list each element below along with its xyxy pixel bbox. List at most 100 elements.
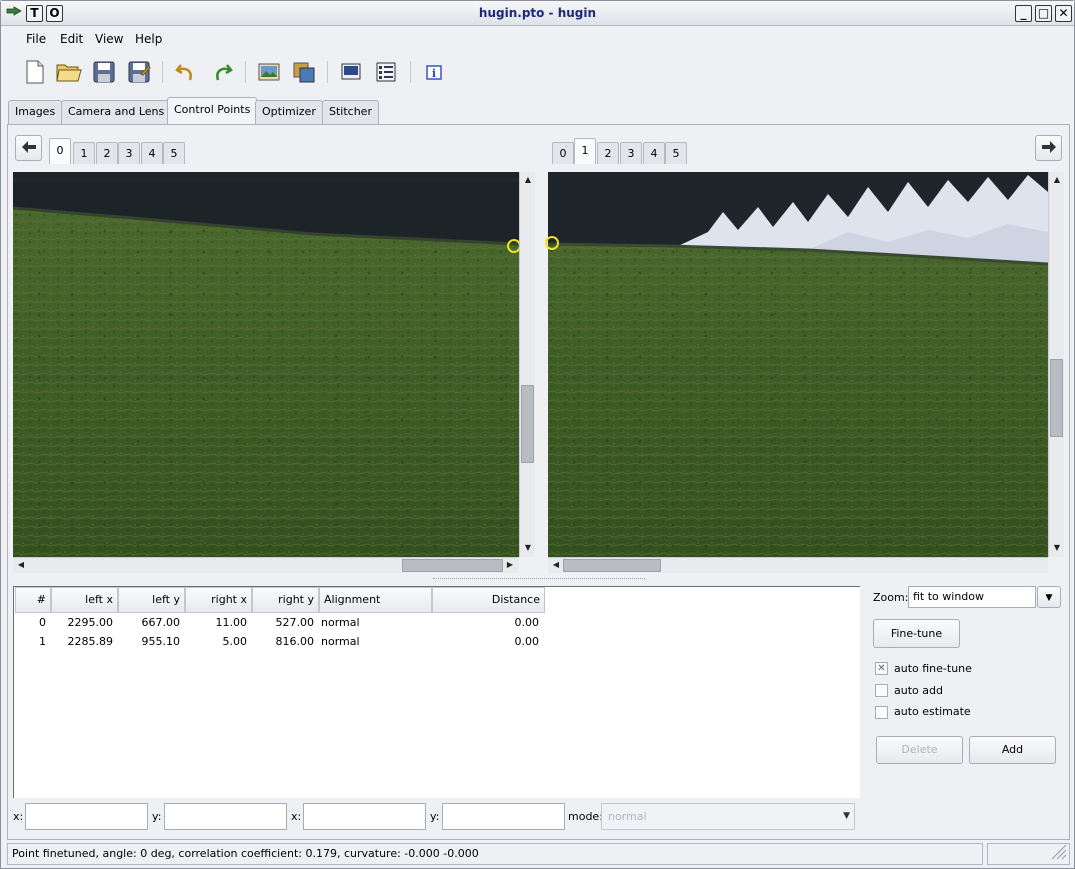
main-window: T O hugin.pto - hugin _ □ ✕ File Edit Vi… [0,0,1075,869]
svg-text:i: i [432,67,436,80]
status-bar-secondary [987,843,1070,865]
title-bar: T O hugin.pto - hugin _ □ ✕ [1,1,1074,26]
right-image-tab-0[interactable]: 0 [552,142,574,164]
left-image-tab-2[interactable]: 2 [96,142,118,164]
tab-camera-and-lens[interactable]: Camera and Lens [61,100,172,124]
about-icon[interactable]: i [421,59,447,85]
menu-file[interactable]: File [26,32,46,46]
auto-add-checkbox[interactable] [875,684,888,697]
left-x-input[interactable] [25,803,148,830]
delete-button[interactable]: Delete [876,736,963,764]
fine-tune-button[interactable]: Fine-tune [873,619,960,648]
cell-alignment: normal [321,616,360,629]
cell-left-x: 2285.89 [67,635,114,648]
save-as-icon[interactable] [126,59,152,85]
left-image-tab-5[interactable]: 5 [163,142,185,164]
column-header-distance[interactable]: Distance [432,587,545,613]
zoom-dropdown-button[interactable]: ▼ [1037,586,1061,608]
column-header-alignment[interactable]: Alignment [319,587,432,613]
save-icon[interactable] [91,59,117,85]
scroll-up-arrow-icon[interactable]: ▲ [1050,173,1064,187]
preview-icon[interactable] [338,59,364,85]
column-header-right-x[interactable]: right x [185,587,252,613]
y1-label: y: [152,810,162,823]
left-image-tab-4[interactable]: 4 [141,142,163,164]
right-image-tab-3[interactable]: 3 [620,142,642,164]
zoom-select-value: fit to window [913,590,985,603]
scroll-left-arrow-icon[interactable]: ◀ [14,558,28,572]
right-vertical-scrollbar[interactable]: ▲ ▼ [1048,172,1064,557]
add-button[interactable]: Add [969,736,1056,764]
left-image-tab-3[interactable]: 3 [118,142,140,164]
mode-select-value: normal [608,810,647,823]
column-header-right-y[interactable]: right y [252,587,319,613]
right-image-tab-2[interactable]: 2 [597,142,619,164]
auto-estimate-checkbox[interactable] [875,706,888,719]
right-x-input[interactable] [303,803,426,830]
menu-view[interactable]: View [95,32,123,46]
scroll-down-arrow-icon[interactable]: ▼ [521,541,535,555]
check-icon: ✕ [877,663,886,674]
auto-fine-tune-checkbox[interactable]: ✕ [875,662,888,675]
scroll-thumb[interactable] [521,385,534,463]
tab-images[interactable]: Images [8,100,63,124]
optimize-list-icon[interactable] [373,59,399,85]
left-horizontal-scrollbar[interactable]: ◀ ▶ [13,557,519,573]
toolbar: i [1,55,1074,89]
left-image-tab-1[interactable]: 1 [73,142,95,164]
scroll-down-arrow-icon[interactable]: ▼ [1050,541,1064,555]
right-image-canvas[interactable] [548,172,1048,557]
left-vertical-scrollbar[interactable]: ▲ ▼ [519,172,535,557]
cell-right-y: 527.00 [275,616,315,629]
scroll-right-arrow-icon[interactable]: ▶ [503,558,517,572]
status-text: Point finetuned, angle: 0 deg, correlati… [12,847,479,860]
control-point-marker[interactable] [545,236,559,250]
cell-distance: 0.00 [514,616,540,629]
column-header-number[interactable]: # [15,587,51,613]
tab-optimizer[interactable]: Optimizer [255,100,323,124]
minimize-button[interactable]: _ [1015,5,1032,22]
column-header-left-x[interactable]: left x [51,587,118,613]
right-horizontal-scrollbar[interactable]: ◀ [548,557,1048,573]
add-series-icon[interactable] [291,59,317,85]
resize-grip-icon[interactable] [1049,842,1067,863]
control-points-table: # left x left y right x right y Alignmen… [13,586,860,798]
close-button[interactable]: ✕ [1055,5,1072,22]
left-image-tab-0[interactable]: 0 [49,138,71,164]
right-y-input[interactable] [442,803,565,830]
add-image-icon[interactable] [256,59,282,85]
menu-help[interactable]: Help [135,32,162,46]
splitter-handle[interactable] [433,578,645,580]
chevron-down-icon: ▼ [1045,593,1053,603]
next-image-button[interactable] [1035,135,1062,161]
left-image-canvas[interactable] [13,172,519,557]
tab-control-points[interactable]: Control Points [167,97,258,125]
redo-icon[interactable] [209,59,235,85]
table-row[interactable]: 0 2295.00 667.00 11.00 527.00 normal 0.0… [14,614,545,632]
zoom-select[interactable]: fit to window [908,586,1036,608]
cell-right-x: 11.00 [215,616,248,629]
scroll-thumb[interactable] [1050,359,1063,437]
tab-stitcher[interactable]: Stitcher [322,100,379,124]
cell-number: 1 [39,635,46,648]
menu-edit[interactable]: Edit [60,32,83,46]
right-image-tab-1[interactable]: 1 [574,138,596,164]
table-row[interactable]: 1 2285.89 955.10 5.00 816.00 normal 0.00 [14,633,545,651]
cell-alignment: normal [321,635,360,648]
left-y-input[interactable] [164,803,287,830]
right-image-tab-5[interactable]: 5 [665,142,687,164]
x1-label: x: [13,810,24,823]
mode-select[interactable]: normal ▼ [601,803,855,830]
scroll-left-arrow-icon[interactable]: ◀ [549,558,563,572]
scroll-up-arrow-icon[interactable]: ▲ [521,173,535,187]
undo-icon[interactable] [173,59,199,85]
open-folder-icon[interactable] [56,59,82,85]
previous-image-button[interactable] [15,135,42,161]
right-image-tab-4[interactable]: 4 [643,142,665,164]
scroll-thumb[interactable] [563,559,661,572]
scroll-thumb[interactable] [402,559,503,572]
column-header-left-y[interactable]: left y [118,587,185,613]
new-file-icon[interactable] [22,59,48,85]
menu-bar: File Edit View Help [1,28,1074,50]
maximize-button[interactable]: □ [1035,5,1052,22]
